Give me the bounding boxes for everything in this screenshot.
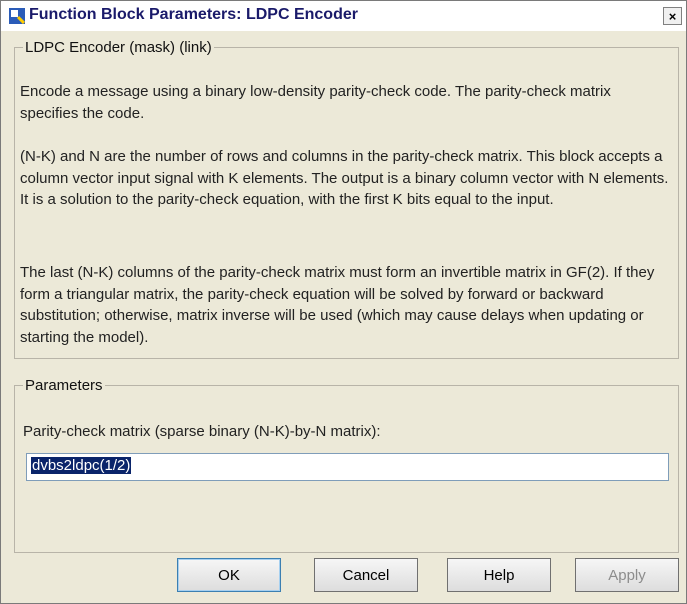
simulink-block-icon: [9, 8, 25, 24]
window-title: Function Block Parameters: LDPC Encoder: [29, 6, 358, 23]
close-icon: ×: [668, 8, 677, 24]
parity-check-matrix-label: Parity-check matrix (sparse binary (N-K)…: [23, 423, 381, 440]
description-paragraph-3: The last (N-K) columns of the parity-che…: [20, 264, 655, 346]
parity-check-matrix-value: dvbs2ldpc(1/2): [31, 457, 132, 474]
dialog-window: Function Block Parameters: LDPC Encoder …: [0, 0, 687, 604]
apply-button[interactable]: Apply: [575, 558, 679, 592]
cancel-button[interactable]: Cancel: [314, 558, 418, 592]
description-group-legend: LDPC Encoder (mask) (link): [25, 39, 212, 56]
parameters-group-legend: Parameters: [25, 377, 103, 394]
close-button[interactable]: ×: [663, 7, 682, 25]
help-button[interactable]: Help: [447, 558, 551, 592]
title-bar: Function Block Parameters: LDPC Encoder …: [1, 1, 686, 31]
parity-check-matrix-input[interactable]: dvbs2ldpc(1/2): [26, 453, 669, 481]
dialog-body: LDPC Encoder (mask) (link) Encode a mess…: [1, 31, 686, 603]
ok-button[interactable]: OK: [177, 558, 281, 592]
description-paragraph-1: Encode a message using a binary low-dens…: [20, 83, 611, 122]
description-paragraph-2: (N-K) and N are the number of rows and c…: [20, 148, 669, 208]
